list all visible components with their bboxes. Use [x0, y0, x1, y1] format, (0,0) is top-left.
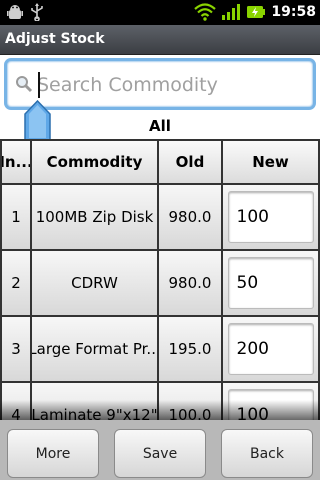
- column-header-index: In...: [0, 141, 32, 185]
- filter-label: All: [149, 117, 171, 135]
- search-icon: [16, 76, 33, 93]
- row-old-qty: 980.0: [159, 251, 223, 317]
- back-button[interactable]: Back: [221, 429, 313, 478]
- wifi-icon: [194, 3, 217, 21]
- row-old-qty: 980.0: [159, 185, 223, 251]
- row-new-cell: 200: [223, 317, 320, 383]
- row-new-cell: 100: [223, 185, 320, 251]
- table-header-row: In... Commodity Old New: [0, 139, 320, 185]
- row-new-cell: 50: [223, 251, 320, 317]
- title-bar: Adjust Stock: [0, 25, 320, 55]
- table-row: 1 100MB Zip Disk 980.0 100: [0, 185, 320, 251]
- row-index: 1: [0, 185, 32, 251]
- row-index: 3: [0, 317, 32, 383]
- row-old-qty: 195.0: [159, 317, 223, 383]
- new-qty-input[interactable]: 200: [227, 323, 314, 375]
- row-commodity: 100MB Zip Disk: [32, 185, 159, 251]
- scroll-fade-edge: [0, 400, 320, 422]
- more-button[interactable]: More: [7, 429, 99, 478]
- column-header-old: Old: [159, 141, 223, 185]
- column-header-new: New: [223, 141, 320, 185]
- search-input[interactable]: [37, 71, 307, 99]
- status-time: 19:58: [271, 4, 316, 20]
- row-commodity: CDRW: [32, 251, 159, 317]
- page-title: Adjust Stock: [5, 31, 105, 47]
- stock-table: In... Commodity Old New 1 100MB Zip Disk…: [0, 139, 320, 420]
- row-index: 2: [0, 251, 32, 317]
- status-bar: 19:58: [0, 0, 320, 25]
- bottom-button-bar: More Save Back: [0, 420, 320, 480]
- signal-icon: [222, 4, 241, 20]
- new-qty-input[interactable]: 100: [227, 191, 314, 243]
- new-qty-input[interactable]: 50: [227, 257, 314, 309]
- android-debug-icon: [7, 5, 23, 19]
- column-header-commodity: Commodity: [32, 141, 159, 185]
- usb-icon: [31, 3, 43, 21]
- row-commodity: Large Format Pr...: [32, 317, 159, 383]
- battery-charging-icon: [247, 6, 266, 18]
- save-button[interactable]: Save: [114, 429, 206, 478]
- table-row: 3 Large Format Pr... 195.0 200: [0, 317, 320, 383]
- text-cursor: [38, 72, 40, 98]
- table-row: 2 CDRW 980.0 50: [0, 251, 320, 317]
